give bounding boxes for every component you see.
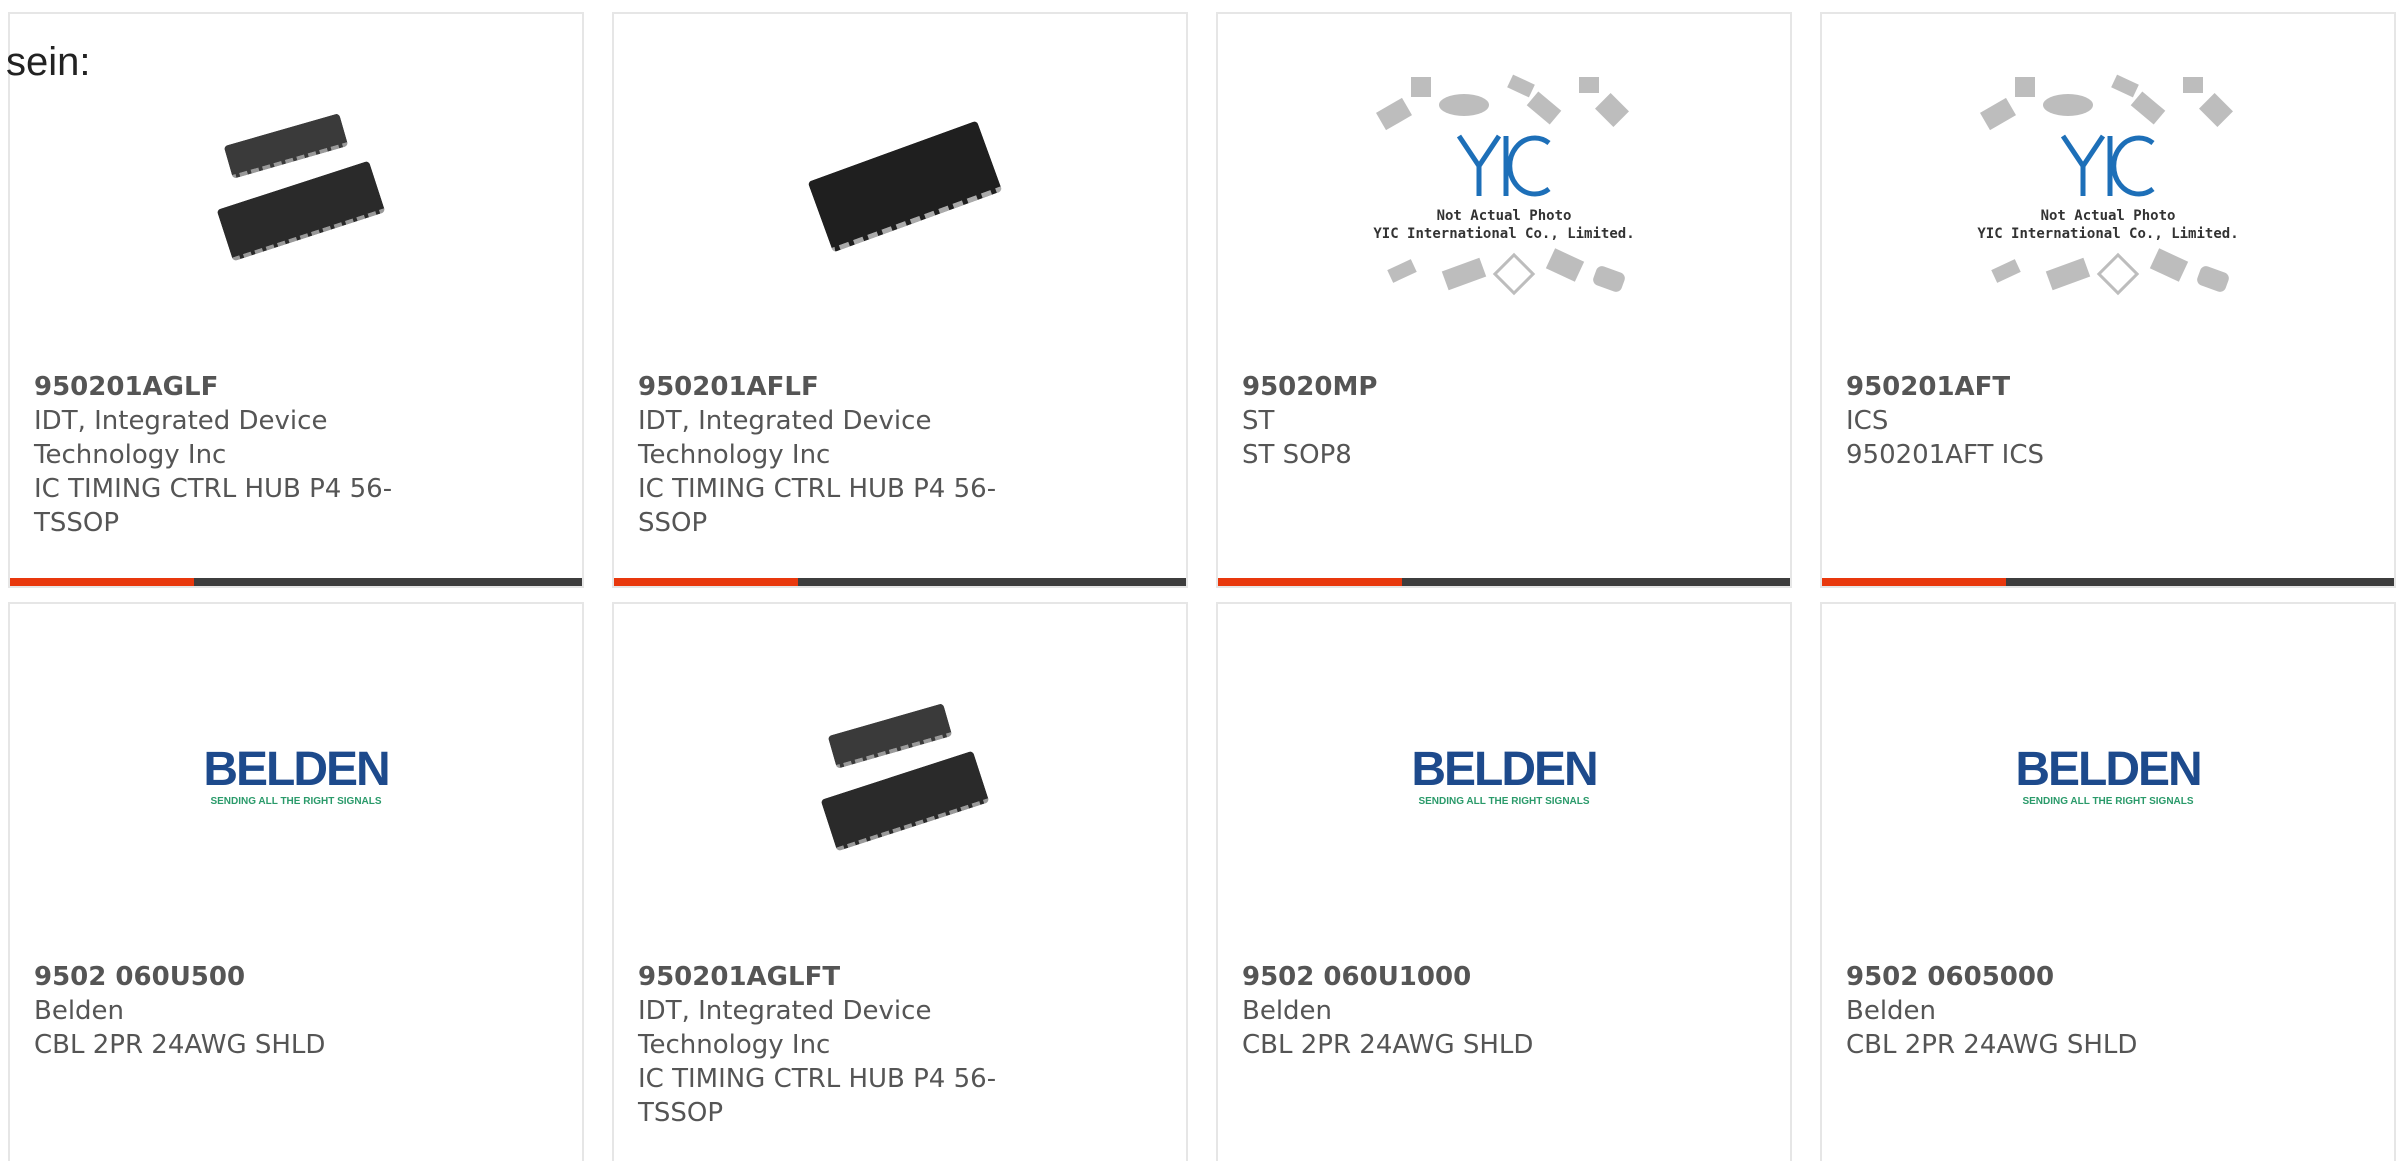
chip-pair-photo — [196, 89, 396, 289]
product-image[interactable] — [614, 74, 1186, 304]
belden-logo-tagline: SENDING ALL THE RIGHT SIGNALS — [2022, 796, 2194, 807]
yic-caption-line1: Not Actual Photo — [1436, 208, 1572, 224]
product-image[interactable]: Not Actual Photo YIC International Co., … — [1218, 74, 1790, 304]
intro-label: sein: — [6, 40, 91, 84]
product-card[interactable]: 950201AGLF IDT, Integrated Device Techno… — [8, 12, 584, 588]
card-bottom-bar — [1822, 578, 2394, 586]
product-image[interactable]: BELDEN SENDING ALL THE RIGHT SIGNALS — [10, 664, 582, 894]
description: CBL 2PR 24AWG SHLD — [34, 1030, 326, 1060]
part-number-link[interactable]: 950201AGLFT — [638, 960, 1018, 994]
manufacturer: IDT, Integrated Device Technology Inc — [638, 406, 932, 470]
manufacturer: Belden — [1846, 996, 1937, 1026]
description: IC TIMING CTRL HUB P4 56-SSOP — [638, 474, 997, 538]
belden-logo: BELDEN SENDING ALL THE RIGHT SIGNALS — [1399, 744, 1609, 814]
card-accent-bar — [1822, 578, 2006, 586]
product-image[interactable] — [10, 74, 582, 304]
manufacturer: Belden — [34, 996, 125, 1026]
part-number-link[interactable]: 950201AFT — [1846, 370, 2226, 404]
product-info: 9502 0605000 Belden CBL 2PR 24AWG SHLD — [1846, 960, 2226, 1062]
product-info: 95020MP ST ST SOP8 — [1242, 370, 1622, 472]
description: IC TIMING CTRL HUB P4 56-TSSOP — [34, 474, 393, 538]
part-number-link[interactable]: 9502 060U1000 — [1242, 960, 1622, 994]
belden-logo-word: BELDEN — [1411, 743, 1598, 796]
manufacturer: IDT, Integrated Device Technology Inc — [34, 406, 328, 470]
description: IC TIMING CTRL HUB P4 56-TSSOP — [638, 1064, 997, 1128]
product-info: 9502 060U500 Belden CBL 2PR 24AWG SHLD — [34, 960, 414, 1062]
product-card[interactable]: 950201AGLFT IDT, Integrated Device Techn… — [612, 602, 1188, 1161]
part-number-link[interactable]: 9502 060U500 — [34, 960, 414, 994]
manufacturer: Belden — [1242, 996, 1333, 1026]
chip-single-photo — [800, 89, 1003, 289]
product-image[interactable]: Not Actual Photo YIC International Co., … — [1822, 74, 2394, 304]
product-grid-page: sein: 950201AGLF IDT, Integrated Device … — [0, 0, 2400, 1161]
belden-logo: BELDEN SENDING ALL THE RIGHT SIGNALS — [2003, 744, 2213, 814]
belden-logo-word: BELDEN — [2015, 743, 2202, 796]
card-accent-bar — [1218, 578, 1402, 586]
yic-caption-line1: Not Actual Photo — [2040, 208, 2176, 224]
belden-logo-tagline: SENDING ALL THE RIGHT SIGNALS — [1418, 796, 1590, 807]
description: ST SOP8 — [1242, 440, 1352, 470]
product-card[interactable]: 950201AFLF IDT, Integrated Device Techno… — [612, 12, 1188, 588]
belden-logo-tagline: SENDING ALL THE RIGHT SIGNALS — [210, 796, 382, 807]
yic-caption-line2: YIC International Co., Limited. — [1977, 226, 2239, 242]
manufacturer: ICS — [1846, 406, 1889, 436]
card-accent-bar — [10, 578, 194, 586]
product-image[interactable] — [614, 664, 1186, 894]
card-bottom-bar — [10, 578, 582, 586]
belden-logo: BELDEN SENDING ALL THE RIGHT SIGNALS — [191, 744, 401, 814]
yic-caption-line2: YIC International Co., Limited. — [1373, 226, 1635, 242]
product-info: 950201AGLFT IDT, Integrated Device Techn… — [638, 960, 1018, 1130]
yic-placeholder-image: Not Actual Photo YIC International Co., … — [1369, 69, 1639, 309]
description: CBL 2PR 24AWG SHLD — [1242, 1030, 1534, 1060]
description: CBL 2PR 24AWG SHLD — [1846, 1030, 2138, 1060]
product-image[interactable]: BELDEN SENDING ALL THE RIGHT SIGNALS — [1218, 664, 1790, 894]
product-card[interactable]: BELDEN SENDING ALL THE RIGHT SIGNALS 950… — [8, 602, 584, 1161]
part-number-link[interactable]: 950201AGLF — [34, 370, 414, 404]
yic-logo-icon — [1456, 134, 1551, 197]
product-info: 9502 060U1000 Belden CBL 2PR 24AWG SHLD — [1242, 960, 1622, 1062]
yic-logo-icon — [2060, 134, 2155, 197]
card-bottom-bar — [1218, 578, 1790, 586]
product-card[interactable]: Not Actual Photo YIC International Co., … — [1216, 12, 1792, 588]
product-info: 950201AFT ICS 950201AFT ICS — [1846, 370, 2226, 472]
description: 950201AFT ICS — [1846, 440, 2045, 470]
product-card[interactable]: BELDEN SENDING ALL THE RIGHT SIGNALS 950… — [1216, 602, 1792, 1161]
chip-pair-photo — [800, 679, 1000, 879]
product-info: 950201AFLF IDT, Integrated Device Techno… — [638, 370, 1018, 540]
manufacturer: IDT, Integrated Device Technology Inc — [638, 996, 932, 1060]
part-number-link[interactable]: 95020MP — [1242, 370, 1622, 404]
product-card[interactable]: Not Actual Photo YIC International Co., … — [1820, 12, 2396, 588]
yic-placeholder-image: Not Actual Photo YIC International Co., … — [1973, 69, 2243, 309]
part-number-link[interactable]: 9502 0605000 — [1846, 960, 2226, 994]
card-accent-bar — [614, 578, 798, 586]
part-number-link[interactable]: 950201AFLF — [638, 370, 1018, 404]
product-card[interactable]: BELDEN SENDING ALL THE RIGHT SIGNALS 950… — [1820, 602, 2396, 1161]
product-info: 950201AGLF IDT, Integrated Device Techno… — [34, 370, 414, 540]
manufacturer: ST — [1242, 406, 1275, 436]
card-bottom-bar — [614, 578, 1186, 586]
product-image[interactable]: BELDEN SENDING ALL THE RIGHT SIGNALS — [1822, 664, 2394, 894]
belden-logo-word: BELDEN — [203, 743, 390, 796]
